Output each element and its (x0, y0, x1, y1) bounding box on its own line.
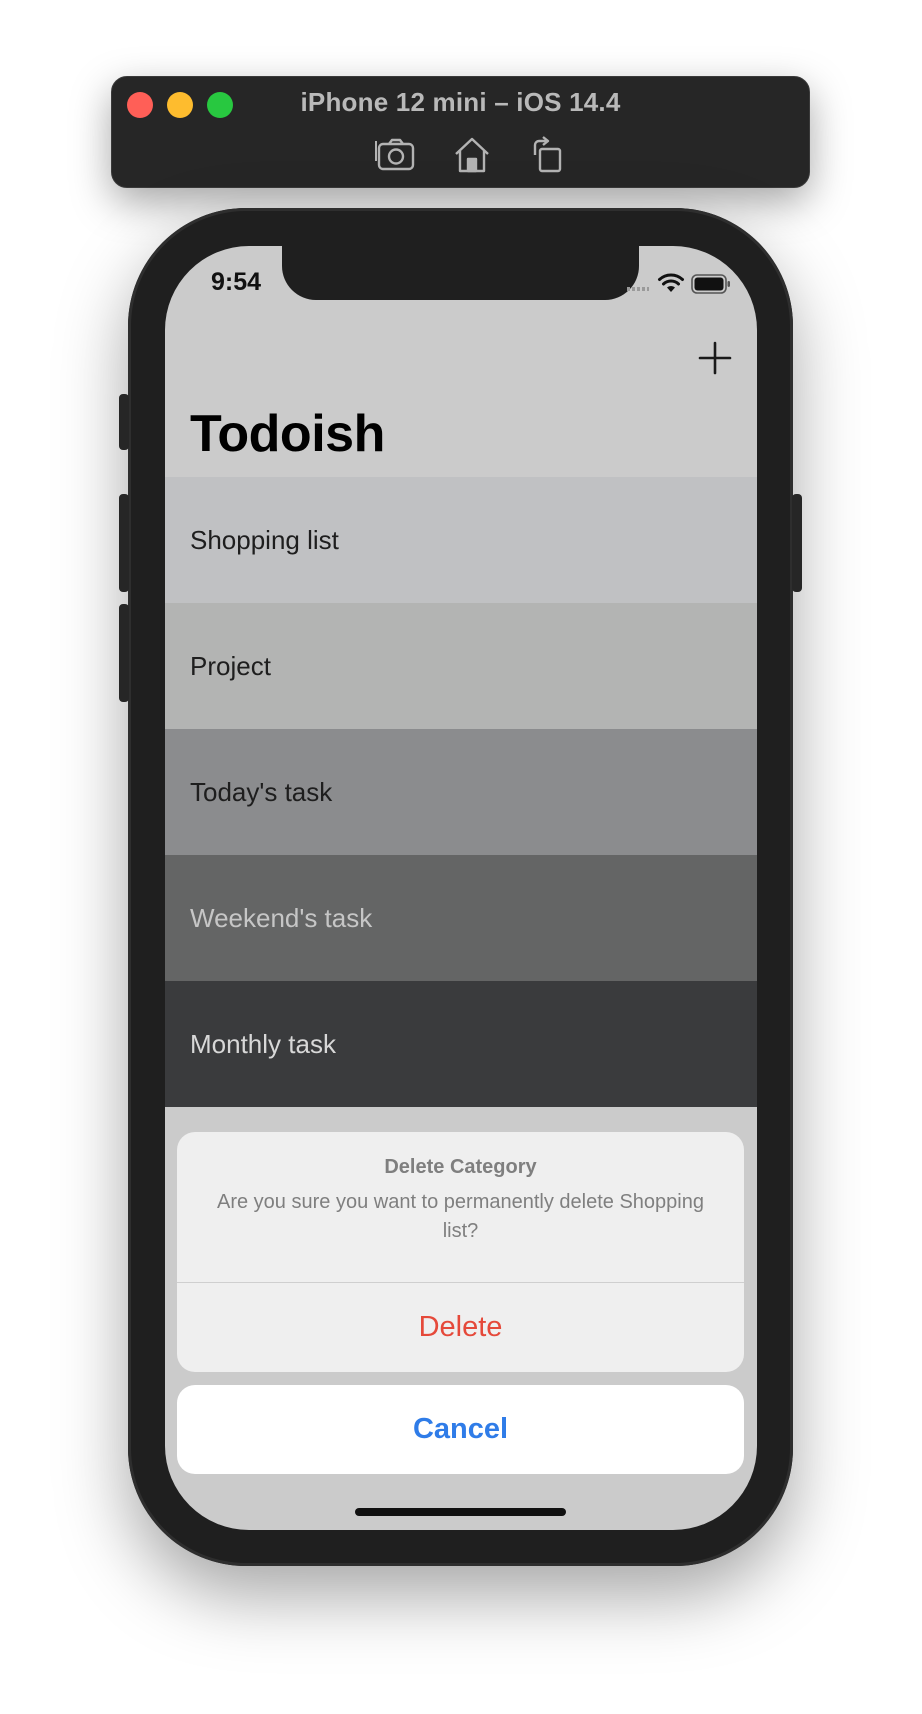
battery-icon (691, 274, 730, 294)
page-title: Todoish (190, 405, 385, 463)
home-indicator (355, 1508, 566, 1516)
status-icons (627, 272, 737, 296)
home-icon[interactable] (450, 133, 494, 177)
simulator-title: iPhone 12 mini – iOS 14.4 (300, 87, 621, 117)
ringer-switch (119, 394, 129, 450)
category-label: Monthly task (190, 1028, 336, 1059)
category-row[interactable]: Project (165, 603, 757, 729)
volume-down-button (119, 604, 129, 702)
category-row[interactable]: Today's task (165, 729, 757, 855)
rotate-icon[interactable] (524, 133, 568, 177)
status-time: 9:54 (211, 268, 262, 296)
category-row[interactable]: Weekend's task (165, 855, 757, 981)
signal-dots-icon (627, 287, 649, 291)
simulator-title-bar: iPhone 12 mini – iOS 14.4 (111, 76, 810, 188)
device-screen: 9:54 Todoish Shopping list Project Today… (165, 246, 757, 1530)
action-sheet-title: Delete Category (384, 1156, 537, 1178)
volume-up-button (119, 494, 129, 592)
category-label: Weekend's task (190, 902, 373, 933)
action-sheet: Delete Category Are you sure you want to… (177, 1132, 744, 1372)
action-sheet-message: Are you sure you want to permanently del… (217, 1191, 704, 1242)
plus-icon (698, 341, 732, 375)
wifi-icon (658, 273, 684, 292)
side-button (792, 494, 802, 592)
notch (282, 246, 639, 300)
simulator-toolbar (112, 133, 809, 177)
category-label: Shopping list (190, 524, 339, 555)
category-list: Shopping list Project Today's task Weeke… (165, 477, 757, 1107)
cancel-button[interactable]: Cancel (177, 1385, 744, 1474)
simulator-stage: iPhone 12 mini – iOS 14.4 9:54 Todoish S… (0, 0, 922, 1714)
category-row[interactable]: Shopping list (165, 477, 757, 603)
category-label: Project (190, 650, 271, 681)
category-row[interactable]: Monthly task (165, 981, 757, 1107)
add-category-button[interactable] (695, 338, 735, 378)
category-label: Today's task (190, 776, 333, 807)
delete-button[interactable]: Delete (177, 1283, 744, 1372)
screenshot-icon[interactable] (374, 133, 418, 177)
